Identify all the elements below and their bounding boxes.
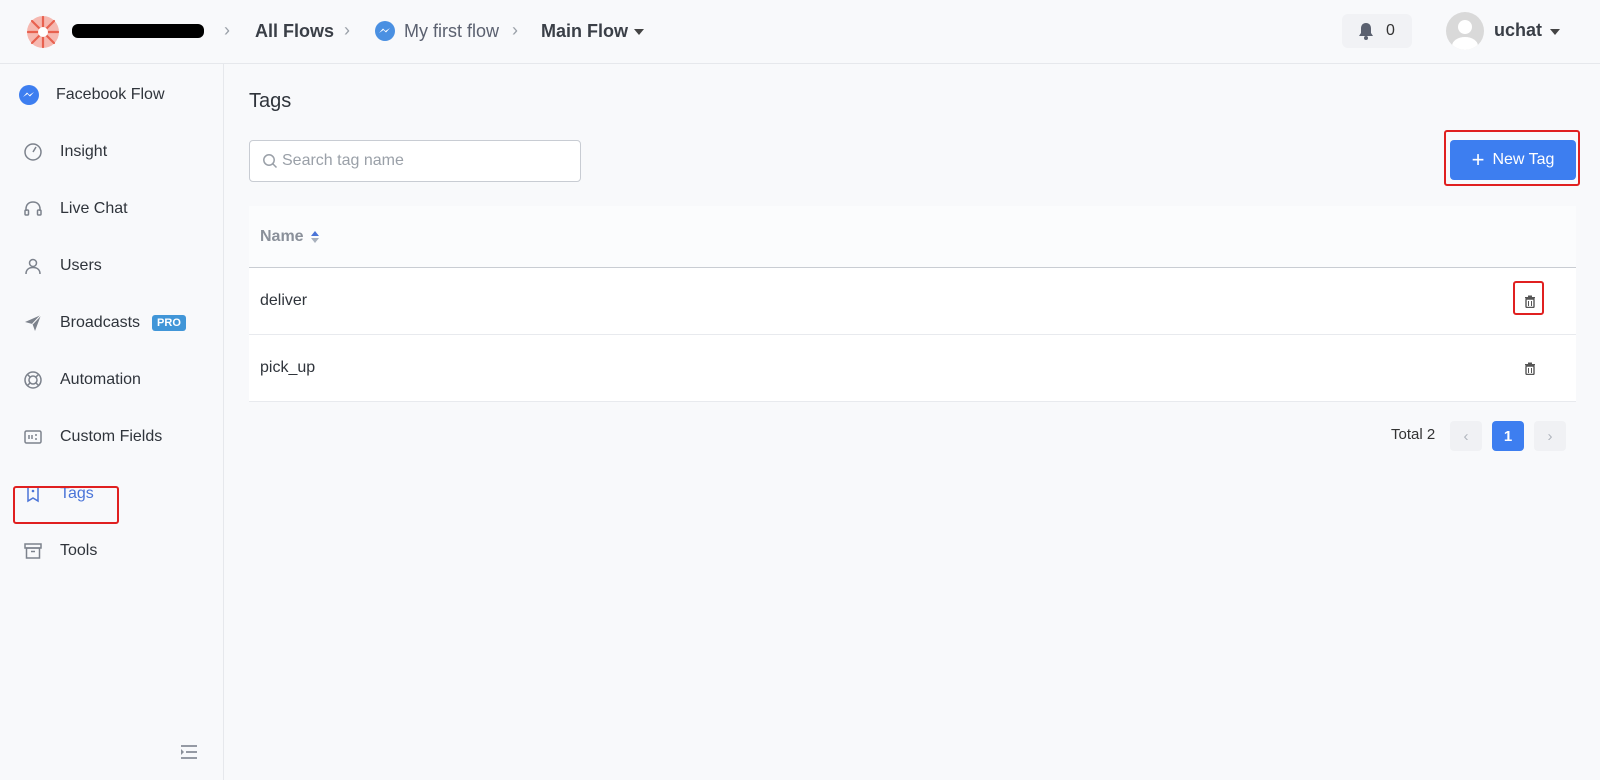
page-number-button[interactable]: 1 — [1492, 421, 1524, 451]
column-header-label: Name — [260, 227, 304, 245]
new-tag-highlight-box — [1444, 130, 1580, 186]
breadcrumb-separator-icon: › — [224, 20, 230, 40]
user-icon — [22, 255, 44, 277]
sidebar-item-users[interactable]: Users — [22, 251, 102, 281]
breadcrumb-my-first-flow[interactable]: My first flow — [404, 20, 499, 42]
lifebuoy-icon — [22, 369, 44, 391]
avatar[interactable] — [1446, 12, 1484, 50]
trash-icon — [1525, 362, 1535, 375]
pro-badge: PRO — [152, 315, 186, 331]
breadcrumb-separator-icon: › — [512, 20, 518, 40]
page-title: Tags — [249, 90, 292, 112]
fields-icon — [22, 426, 44, 448]
gauge-icon — [22, 141, 44, 163]
table-header: Name — [249, 206, 1576, 268]
sidebar-item-broadcasts[interactable]: Broadcasts PRO — [22, 308, 186, 338]
sidebar-item-label: Automation — [60, 371, 141, 388]
next-page-button[interactable]: › — [1534, 421, 1566, 451]
headset-icon — [22, 198, 44, 220]
sidebar-item-live-chat[interactable]: Live Chat — [22, 194, 128, 224]
sidebar-item-insight[interactable]: Insight — [22, 137, 107, 167]
top-header: › All Flows › My first flow › Main Flow … — [0, 0, 1600, 64]
notification-count: 0 — [1386, 22, 1395, 39]
chevron-right-icon: › — [1547, 427, 1553, 445]
archive-icon — [22, 540, 44, 562]
sidebar-item-facebook-flow[interactable]: Facebook Flow — [18, 80, 165, 110]
username[interactable]: uchat — [1494, 20, 1542, 41]
chevron-left-icon: ‹ — [1463, 427, 1469, 445]
sidebar-item-tools[interactable]: Tools — [22, 536, 97, 566]
search-input[interactable] — [282, 141, 572, 181]
notifications-button[interactable]: 0 — [1342, 14, 1412, 48]
breadcrumb-main-flow[interactable]: Main Flow — [541, 20, 628, 42]
sidebar-item-label: Live Chat — [60, 200, 128, 217]
bell-icon — [1359, 23, 1373, 40]
name-column-header[interactable]: Name — [260, 228, 320, 246]
sidebar-item-automation[interactable]: Automation — [22, 365, 141, 395]
messenger-icon — [375, 21, 395, 41]
table-row: deliver — [249, 268, 1576, 335]
messenger-icon — [18, 84, 40, 106]
app-logo-icon[interactable] — [24, 13, 62, 51]
sidebar-item-label: Custom Fields — [60, 428, 163, 445]
tags-table: Name deliver pick_up — [249, 206, 1576, 402]
user-avatar-icon — [1452, 20, 1478, 50]
user-menu-caret-icon[interactable] — [1550, 29, 1560, 35]
tag-name: deliver — [260, 292, 308, 309]
paper-plane-icon — [22, 312, 44, 334]
tag-search-box — [249, 140, 581, 182]
breadcrumb-all-flows[interactable]: All Flows — [255, 20, 334, 42]
previous-page-button[interactable]: ‹ — [1450, 421, 1482, 451]
delete-highlight-box — [1513, 281, 1544, 315]
sort-icon[interactable] — [310, 229, 320, 245]
sidebar-item-label: Tools — [60, 542, 98, 559]
delete-tag-button[interactable] — [1521, 359, 1539, 377]
sidebar-item-label: Facebook Flow — [56, 86, 165, 103]
breadcrumb-separator-icon: › — [344, 20, 350, 40]
tags-highlight-box — [13, 486, 119, 524]
tag-name: pick_up — [260, 359, 316, 376]
sidebar-item-label: Broadcasts — [60, 314, 141, 331]
redacted-workspace-name — [72, 24, 204, 38]
collapse-sidebar-icon[interactable] — [180, 744, 198, 760]
sidebar-item-label: Insight — [60, 143, 108, 160]
flow-dropdown-caret-icon[interactable] — [634, 29, 644, 35]
table-row: pick_up — [249, 335, 1576, 402]
sidebar-item-custom-fields[interactable]: Custom Fields — [22, 422, 162, 452]
search-icon — [263, 154, 278, 169]
sidebar-item-label: Users — [60, 257, 102, 274]
pagination-total: Total 2 — [1391, 426, 1436, 443]
sidebar: Facebook Flow Insight Live Chat Users Br… — [0, 64, 224, 780]
